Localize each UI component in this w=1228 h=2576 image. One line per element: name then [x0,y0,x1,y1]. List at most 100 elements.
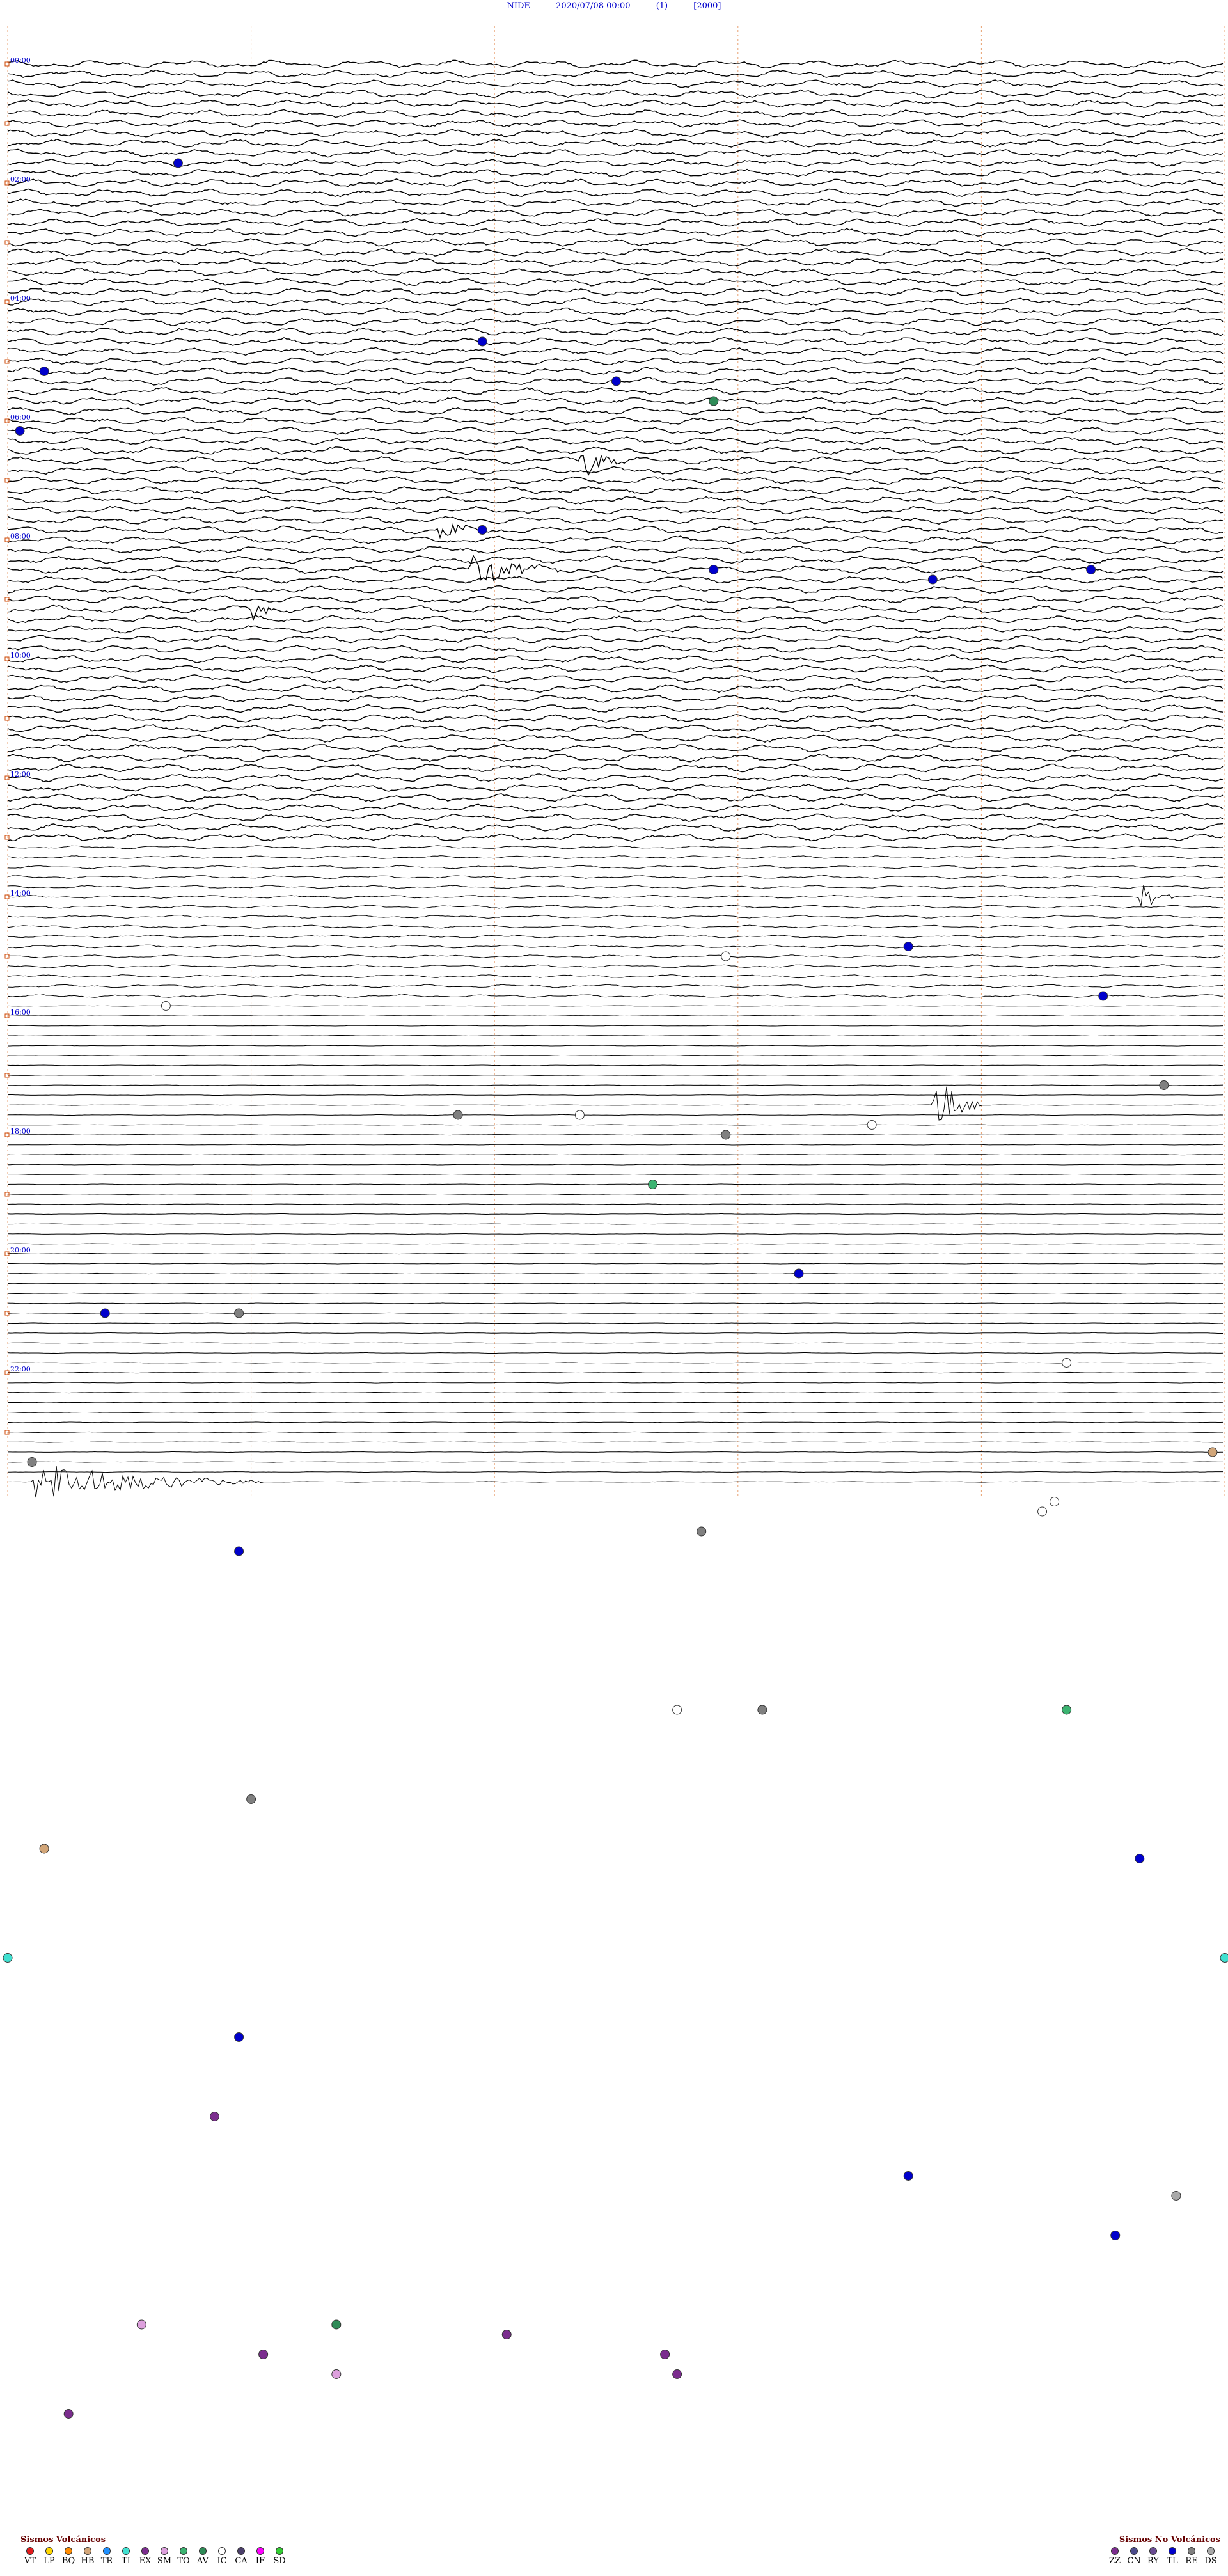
event-marker-tl [1110,2231,1121,2240]
trace-line [7,1134,1224,1136]
volcanic-label: HB [81,2556,95,2566]
volcanic-item-ic: IC [212,2547,232,2566]
nonvolcanic-label: ZZ [1108,2556,1121,2566]
trace-line [7,454,1224,477]
nonvolcanic-label: DS [1204,2556,1217,2566]
trace-line [7,1025,1224,1027]
trace-line [7,833,1224,842]
volcanic-swatch-ic [218,2547,226,2555]
trace-line [7,625,1224,634]
trace-line [7,119,1223,128]
volcanic-item-to: TO [174,2547,193,2566]
trace-line [8,1451,1224,1453]
trace-line [7,1302,1224,1304]
trace-line [7,704,1224,713]
trace-line [7,885,1224,889]
trace-line [7,763,1224,773]
hour-tick [4,121,10,126]
event-marker-tl [100,1308,110,1318]
event-marker-av [709,396,719,406]
trace-line [7,1064,1224,1066]
volcanic-item-ex: EX [136,2547,155,2566]
trace-line [7,1391,1223,1394]
trace-line [7,535,1224,544]
volcanic-label: TR [100,2556,113,2566]
hour-label: 12:00 [10,770,31,778]
event-marker-tl [927,574,938,585]
event-marker-tl [709,565,719,574]
event-marker-re [246,1794,256,1804]
hour-label: 04:00 [10,294,31,303]
trace-line [8,1471,1223,1473]
volcanic-swatch-to [180,2547,187,2555]
nonvolcanic-swatch-ds [1207,2547,1215,2555]
trace-line [7,307,1224,317]
event-marker-to [648,1180,658,1189]
trace-line [7,168,1224,178]
trace-line [7,905,1224,909]
event-marker-tl [234,2032,244,2042]
trace-line [7,347,1224,356]
trace-line [7,446,1224,455]
trace-line [7,486,1224,495]
volcanic-item-bq: BQ [59,2547,78,2566]
trace-line [7,874,1224,880]
trace-line [7,436,1224,446]
event-marker-ic [867,1120,877,1130]
trace-line [7,684,1224,693]
volcanic-swatch-ca [237,2547,245,2555]
trace-line [7,1402,1224,1403]
trace-line [7,1173,1223,1176]
trace-line [7,159,1224,168]
hour-tick [4,299,10,304]
volcanic-swatch-ti [122,2547,130,2555]
trace-line [7,476,1224,485]
event-marker-re [697,1526,707,1537]
event-marker-sm [331,2369,342,2379]
nonvolcanic-swatch-ry [1149,2547,1157,2555]
event-marker-ic [1062,1358,1072,1368]
volcanic-item-lp: LP [40,2547,59,2566]
volcanic-swatch-hb [84,2547,91,2555]
nonvolcanic-swatch-cn [1130,2547,1138,2555]
trace-line [7,1352,1224,1354]
trace-line [7,99,1224,108]
volcanic-item-av: AV [193,2547,212,2566]
trace-line [7,734,1224,743]
trace-line [7,723,1224,733]
event-marker-re [27,1457,37,1467]
event-marker-tl [15,426,25,436]
event-marker-tl [39,367,49,376]
hour-label: 20:00 [10,1246,31,1254]
hour-tick [4,835,10,840]
volcanic-label: TI [122,2556,130,2566]
trace-line [7,1252,1224,1255]
volcanic-label: SM [157,2556,172,2566]
trace-line [8,1193,1223,1196]
trace-line [7,1084,1224,1086]
trace-line [7,505,1224,515]
trace-line [7,773,1224,783]
trace-line [7,496,1224,505]
event-marker-tl [1135,1854,1145,1863]
trace-line [8,1382,1224,1384]
hour-tick [4,180,10,186]
trace-line [7,523,1224,539]
trace-line [7,357,1224,366]
nonvolcanic-item-zz: ZZ [1105,2547,1124,2566]
trace-line [7,79,1224,88]
seismogram-traces [7,59,1224,1498]
volcanic-item-if: IF [251,2547,270,2566]
trace-line [7,148,1224,158]
trace-line [8,1233,1224,1235]
hour-label: 14:00 [10,889,31,897]
trace-line [7,845,1224,849]
nonvolcanic-label: RE [1185,2556,1198,2566]
trace-line [7,1144,1224,1146]
trace-line [7,217,1224,227]
trace-line [7,426,1224,436]
nonvolcanic-item-cn: CN [1124,2547,1144,2566]
trace-line [7,238,1224,247]
event-marker-ex [672,2369,682,2379]
hour-label: 06:00 [10,413,31,422]
